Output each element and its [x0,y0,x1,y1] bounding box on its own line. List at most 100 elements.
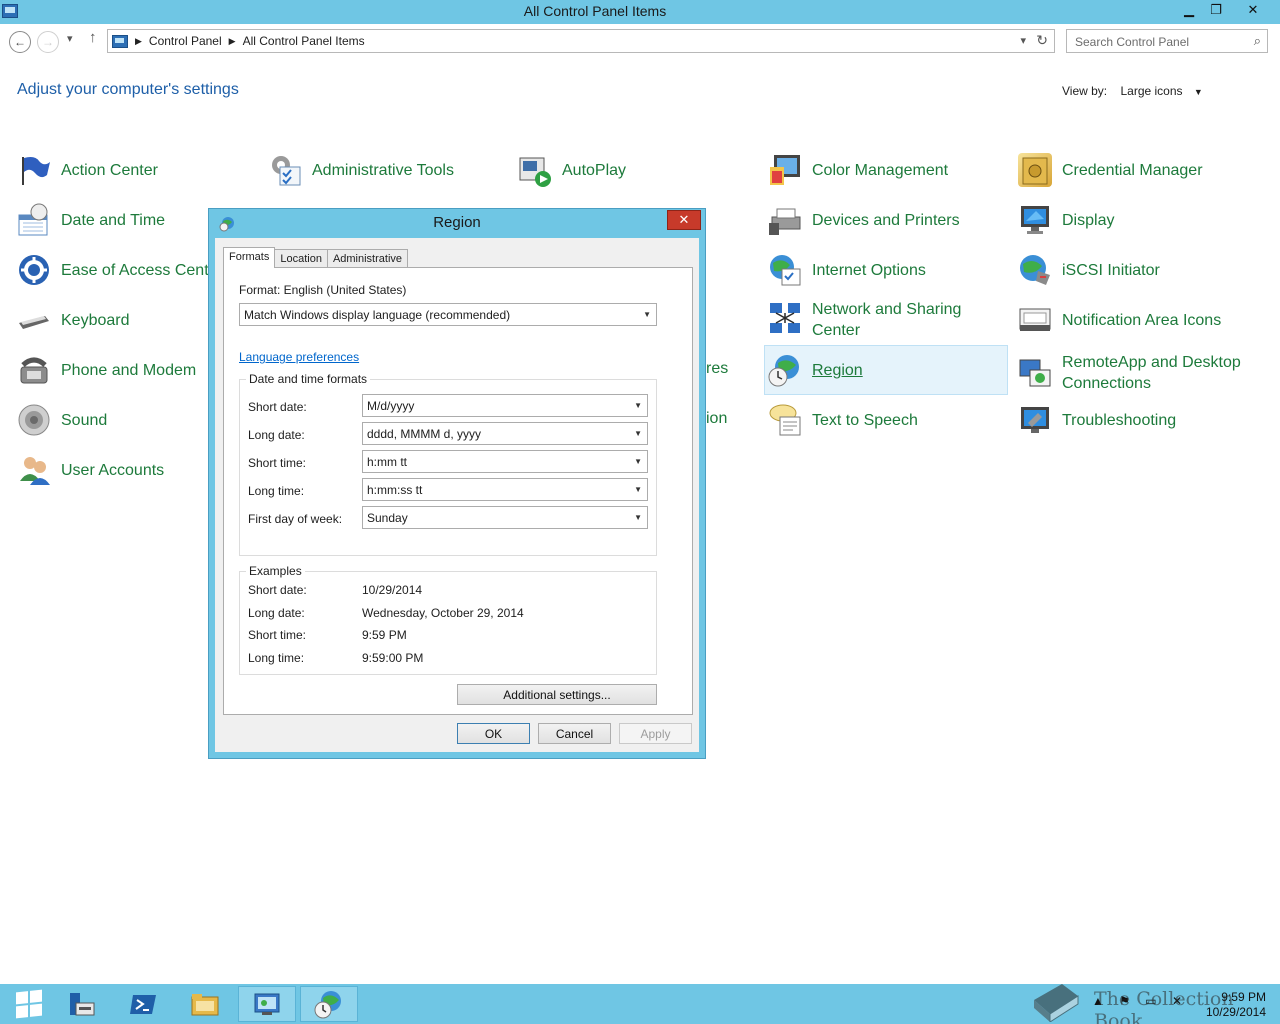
control-panel-icon [112,34,128,48]
additional-settings-button[interactable]: Additional settings... [457,684,657,705]
view-by-value[interactable]: Large icons [1120,84,1182,98]
format-select[interactable]: Match Windows display language (recommen… [239,303,657,326]
taskbar-server-manager[interactable] [52,986,110,1022]
search-placeholder: Search Control Panel [1075,35,1190,49]
cp-item-autoplay[interactable]: AutoPlay [518,147,626,193]
refresh-icon[interactable]: ↻ [1036,32,1048,49]
cp-item-user-accounts[interactable]: User Accounts [17,447,164,493]
book-logo-icon [1030,976,1082,1023]
taskbar-control-panel[interactable] [238,986,296,1022]
cp-item-label: Network and Sharing Center [812,301,962,339]
cp-item-troubleshooting[interactable]: Troubleshooting [1018,397,1176,443]
dialog-close-button[interactable]: ✕ [667,210,701,230]
printer-icon [768,203,802,237]
address-bar[interactable]: ▶ Control Panel ▶ All Control Panel Item… [107,29,1055,53]
cp-item-label: Region [812,361,863,379]
examples-group: Examples Short date: 10/29/2014 Long dat… [239,564,657,675]
first-day-of-week-select[interactable]: Sunday ▼ [362,506,648,529]
cp-item-label: Administrative Tools [312,161,454,179]
chevron-down-icon[interactable]: ▼ [1194,87,1203,97]
cp-item-credential-manager[interactable]: Credential Manager [1018,147,1203,193]
taskbar-file-explorer[interactable] [176,986,234,1022]
phone-icon [17,353,51,387]
example-value: 9:59 PM [362,628,407,642]
breadcrumb-all-items[interactable]: All Control Panel Items [243,34,365,48]
search-icon[interactable]: ⌕ [1254,33,1261,49]
cp-item-color-management[interactable]: Color Management [768,147,948,193]
group-title: Date and time formats [246,372,371,386]
breadcrumb-control-panel[interactable]: Control Panel [149,34,222,48]
cp-item-label: User Accounts [61,461,165,479]
ok-button[interactable]: OK [457,723,530,744]
field-label: Long date: [248,428,305,442]
long-date-select[interactable]: dddd, MMMM d, yyyy ▼ [362,422,648,445]
long-time-select[interactable]: h:mm:ss tt ▼ [362,478,648,501]
cp-item-label: Notification Area Icons [1062,311,1222,329]
taskbar-region[interactable] [300,986,358,1022]
view-by-control[interactable]: View by: Large icons ▼ [1062,84,1203,98]
speaker-icon [17,403,51,437]
cp-item-iscsi-initiator[interactable]: iSCSI Initiator [1018,247,1160,293]
chevron-down-icon: ▼ [634,429,642,438]
forward-button[interactable]: → [37,31,59,53]
color-management-icon [768,153,802,187]
cp-item-ease-of-access[interactable]: Ease of Access Center [17,247,223,293]
navigation-bar: ← → ▾ ↑ ▶ Control Panel ▶ All Control Pa… [0,24,1280,58]
cp-item-keyboard[interactable]: Keyboard [17,297,130,343]
close-button[interactable]: ✕ [1230,0,1276,20]
back-arrow-icon: ← [14,35,26,49]
taskbar-powershell[interactable] [114,986,172,1022]
up-arrow-icon[interactable]: ↑ [89,29,97,46]
cp-item-notification-area-icons[interactable]: Notification Area Icons [1018,297,1221,343]
cp-item-devices-and-printers[interactable]: Devices and Printers [768,197,960,243]
cancel-button[interactable]: Cancel [538,723,611,744]
language-preferences-link[interactable]: Language preferences [239,350,359,364]
apply-button[interactable]: Apply [619,723,692,744]
tab-location[interactable]: Location [274,249,328,268]
start-button[interactable] [0,986,58,1022]
restore-button[interactable]: ❐ [1203,0,1229,20]
cp-item-phone-and-modem[interactable]: Phone and Modem [17,347,196,393]
cp-item-label: RemoteApp and Desktop Connections [1062,354,1241,392]
network-icon [768,301,802,335]
notification-area-icon [1018,303,1052,337]
address-dropdown-icon[interactable]: ▾ [1020,34,1026,47]
cp-item-sound[interactable]: Sound [17,397,107,443]
recent-locations-chevron-icon[interactable]: ▾ [67,32,73,45]
window-title: All Control Panel Items [523,3,667,19]
watermark-text: The Collection Book [1094,988,1234,1024]
cp-item-label: iSCSI Initiator [1062,261,1160,279]
cp-item-remoteapp[interactable]: RemoteApp and Desktop Connections [1018,347,1252,399]
ease-of-access-icon [17,253,51,287]
cp-item-administrative-tools[interactable]: Administrative Tools [268,147,454,193]
speech-bubble-icon [768,403,802,437]
cp-item-network-and-sharing[interactable]: Network and Sharing Center [768,297,982,349]
minimize-button[interactable]: ▁ [1176,0,1202,20]
short-time-select[interactable]: h:mm tt ▼ [362,450,648,473]
search-input[interactable]: Search Control Panel ⌕ [1066,29,1268,53]
forward-arrow-icon: → [42,35,54,49]
remoteapp-icon [1018,356,1052,390]
long-time-value: h:mm:ss tt [367,483,423,497]
field-label: Long time: [248,484,305,498]
hidden-item-fragment[interactable]: ion [706,410,727,428]
cp-item-date-and-time[interactable]: Date and Time [17,197,165,243]
tab-administrative[interactable]: Administrative [326,249,409,268]
page-title: Adjust your computer's settings [17,81,239,98]
control-panel-icon [252,989,282,1019]
field-label: Short time: [248,456,307,470]
back-button[interactable]: ← [9,31,31,53]
tab-formats[interactable]: Formats [223,247,276,268]
cp-item-internet-options[interactable]: Internet Options [768,247,926,293]
hidden-item-fragment[interactable]: res [706,360,728,378]
calendar-clock-icon [17,203,51,237]
cp-item-action-center[interactable]: Action Center [17,147,158,193]
cp-item-region[interactable]: Region [764,345,1008,395]
short-date-select[interactable]: M/d/yyyy ▼ [362,394,648,417]
cp-item-text-to-speech[interactable]: Text to Speech [768,397,918,443]
short-date-value: M/d/yyyy [367,399,415,413]
field-label: First day of week: [248,512,343,526]
example-value: 10/29/2014 [362,583,423,597]
cp-item-display[interactable]: Display [1018,197,1114,243]
folder-icon [190,989,220,1019]
